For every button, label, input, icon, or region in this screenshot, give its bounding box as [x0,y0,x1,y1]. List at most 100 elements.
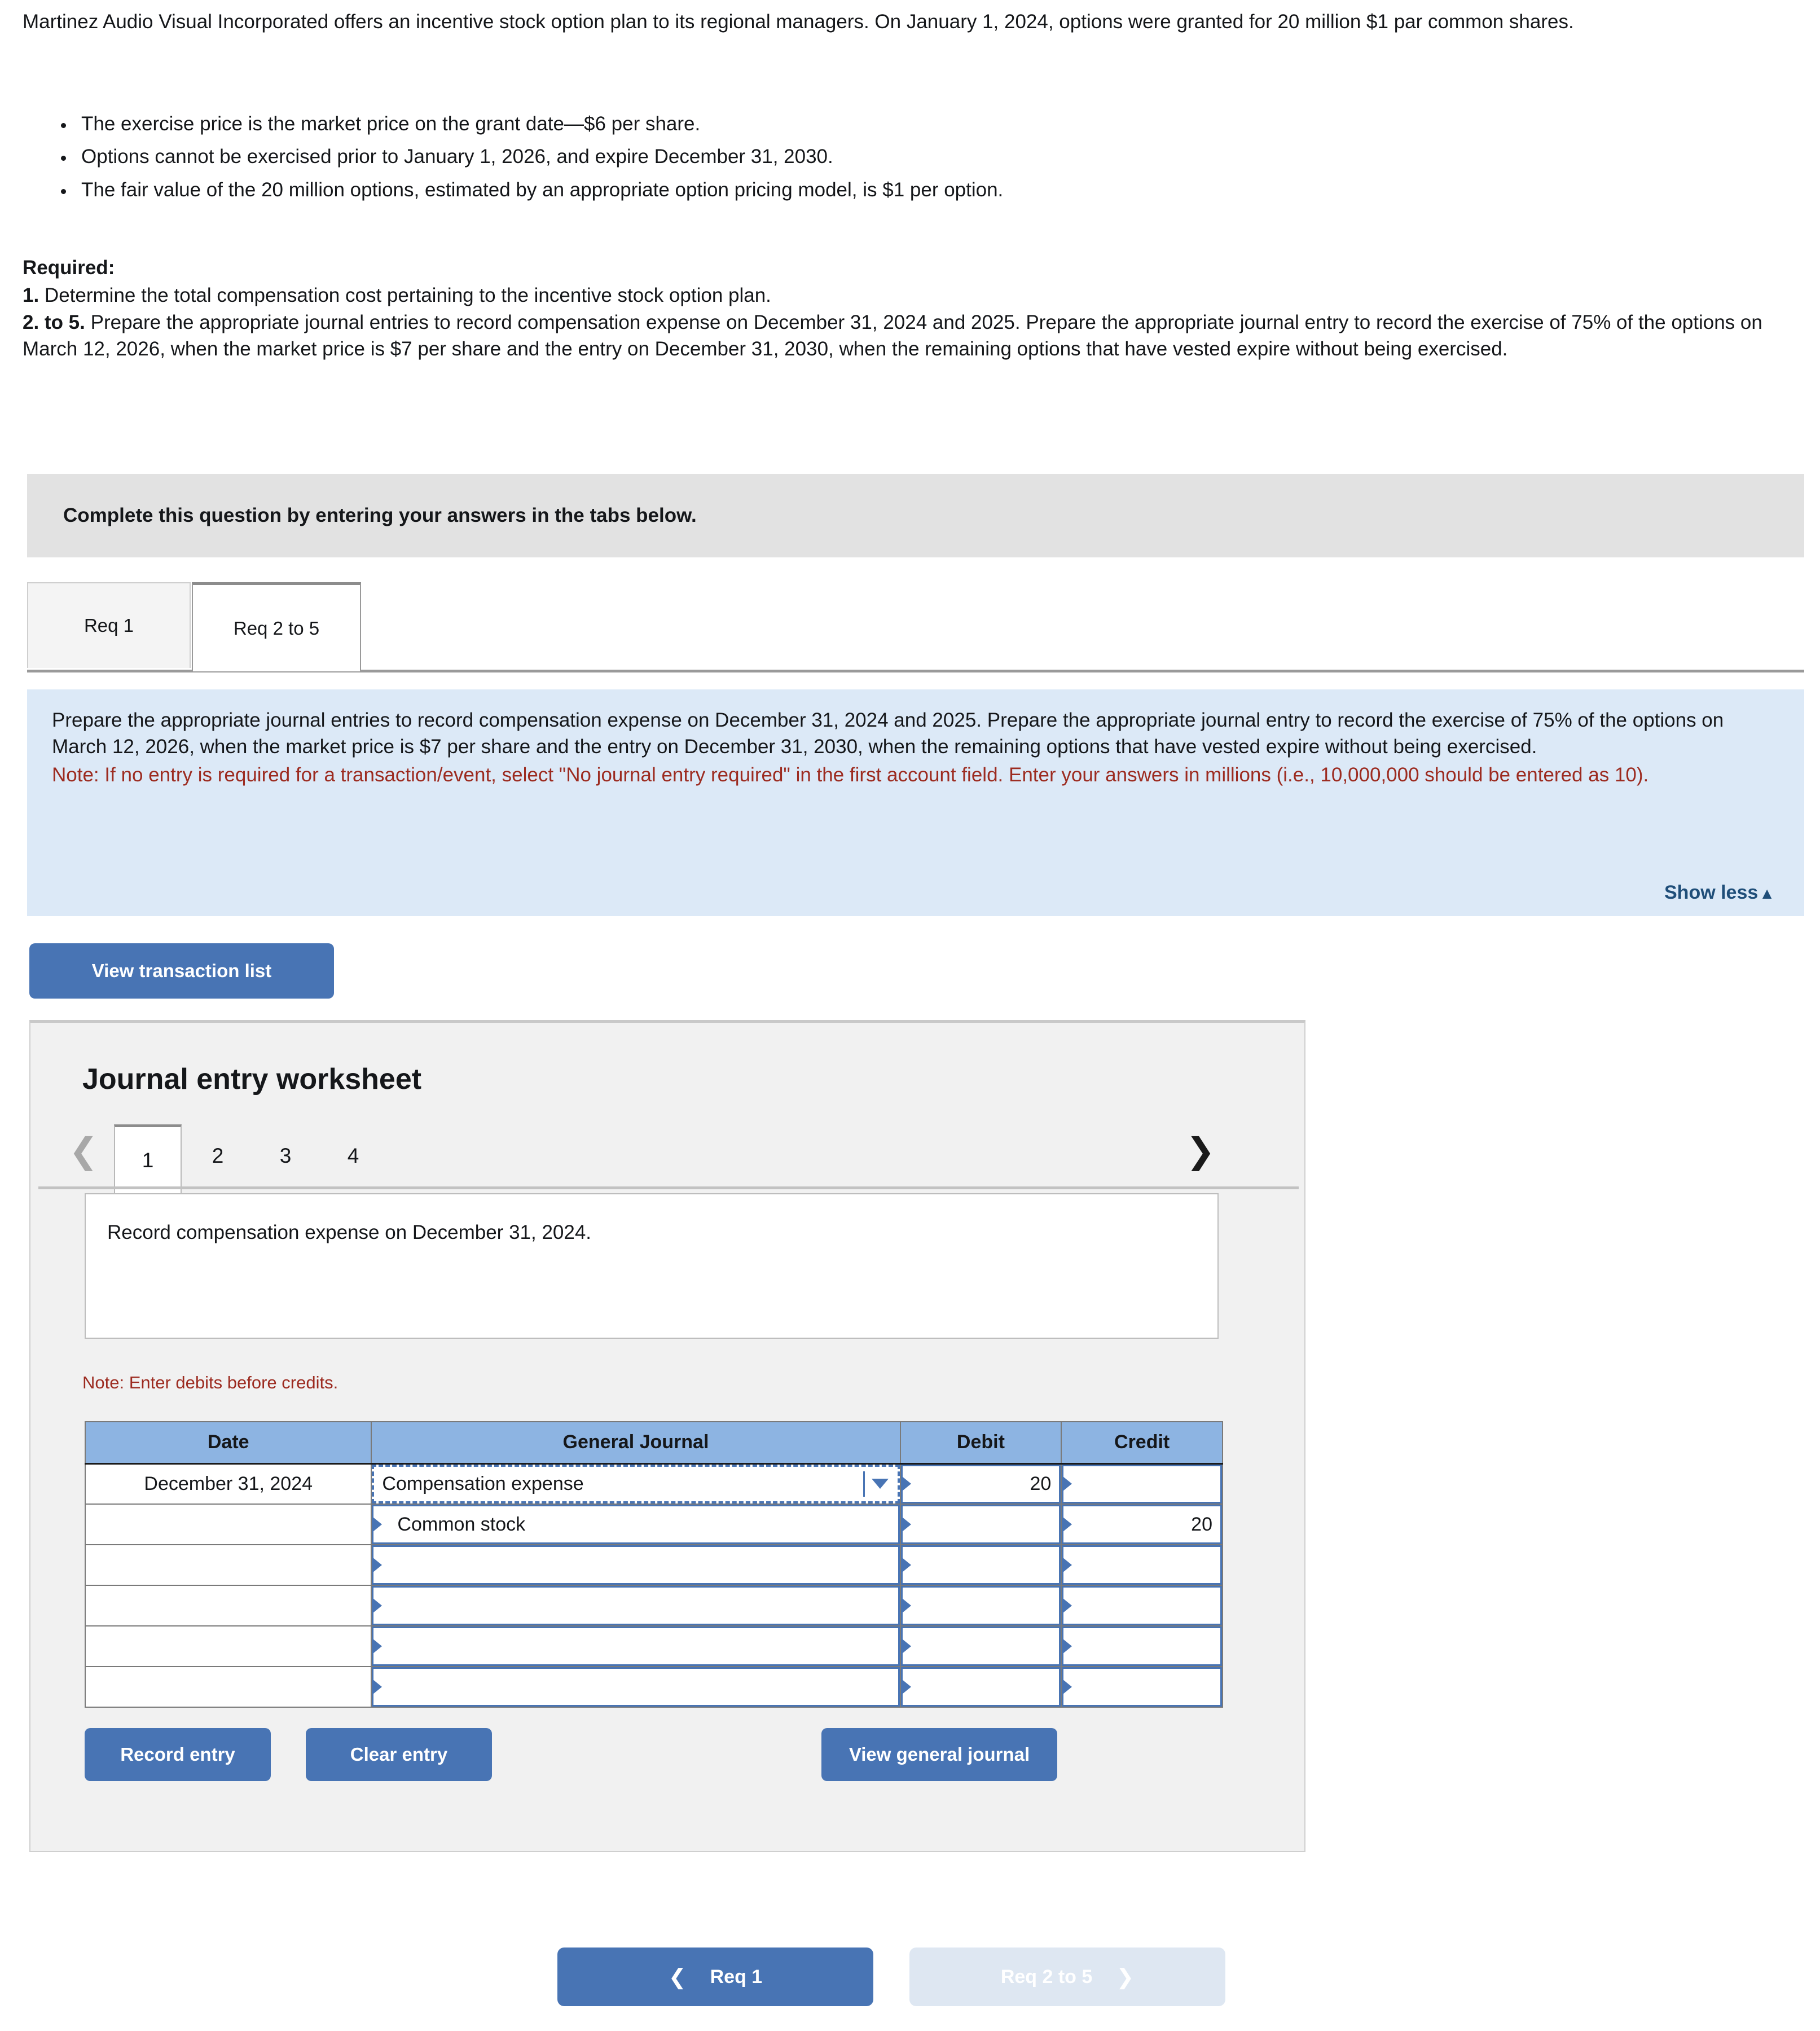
worksheet-page-3-label: 3 [279,1144,292,1167]
debit-input[interactable] [900,1545,1061,1585]
worksheet-page-4[interactable]: 4 [319,1124,387,1188]
account-select[interactable] [372,1586,900,1625]
pager-next-icon[interactable]: ❯ [1186,1133,1215,1168]
table-row: Common stock 20 [84,1504,1223,1545]
cell-date[interactable] [84,1544,372,1586]
pager-prev-icon[interactable]: ❮ [69,1133,98,1168]
credit-value: 20 [1191,1513,1212,1535]
cell-marker-icon [1063,1558,1072,1572]
cell-debit[interactable] [899,1544,1062,1586]
cell-account[interactable]: Compensation expense [371,1463,901,1505]
cell-credit[interactable] [1061,1666,1223,1708]
cell-account[interactable] [371,1544,901,1586]
table-row [84,1666,1223,1708]
cell-account[interactable] [371,1585,901,1626]
worksheet-page-4-label: 4 [347,1144,359,1167]
required-section: Required: 1. Determine the total compens… [23,255,1800,363]
instruction-body: Prepare the appropriate journal entries … [52,709,1724,758]
cell-account[interactable] [371,1666,901,1708]
table-row [84,1625,1223,1667]
table-row [84,1544,1223,1586]
cell-account[interactable] [371,1625,901,1667]
cell-marker-icon [373,1639,383,1654]
credit-input[interactable] [1062,1667,1222,1707]
nav-prev-req-1-button[interactable]: ❮ Req 1 [557,1948,873,2006]
cell-credit[interactable] [1061,1544,1223,1586]
account-select-value: Compensation expense [382,1472,584,1494]
worksheet-title: Journal entry worksheet [82,1063,422,1096]
cell-debit[interactable] [899,1504,1062,1545]
credit-input[interactable] [1062,1626,1222,1666]
credit-input[interactable]: 20 [1062,1505,1222,1544]
debit-input[interactable] [900,1586,1061,1625]
credit-input[interactable] [1062,1545,1222,1585]
cell-date[interactable] [84,1625,372,1667]
cell-debit[interactable] [899,1585,1062,1626]
tab-req-2-to-5[interactable]: Req 2 to 5 [192,582,361,671]
credit-input[interactable] [1062,1464,1222,1504]
view-general-journal-label: View general journal [849,1744,1030,1765]
cell-marker-icon [1063,1517,1072,1532]
cell-credit[interactable] [1061,1625,1223,1667]
nav-next-req-2-to-5-button[interactable]: Req 2 to 5 ❯ [909,1948,1225,2006]
transaction-description-text: Record compensation expense on December … [107,1221,592,1243]
cell-marker-icon [902,1598,911,1613]
worksheet-page-1-label: 1 [142,1148,154,1172]
cell-debit[interactable] [899,1666,1062,1708]
cell-date[interactable]: December 31, 2024 [84,1463,372,1505]
cell-marker-icon [1063,1598,1072,1613]
worksheet-page-1[interactable]: 1 [114,1124,182,1193]
cell-marker-icon [902,1558,911,1572]
account-select-value: Common stock [397,1513,526,1535]
account-select[interactable] [372,1626,900,1666]
instruction-note: Note: If no entry is required for a tran… [52,764,1649,786]
tab-req-2-to-5-label: Req 2 to 5 [233,617,320,639]
list-item: The fair value of the 20 million options… [74,177,1771,204]
cell-date[interactable] [84,1666,372,1708]
account-select[interactable] [372,1545,900,1585]
show-less-label: Show less [1664,882,1759,903]
instruction-panel: Prepare the appropriate journal entries … [27,689,1804,916]
cell-debit[interactable] [899,1625,1062,1667]
debit-input[interactable]: 20 [900,1464,1061,1504]
required-item-2-text: Prepare the appropriate journal entries … [23,311,1762,360]
view-general-journal-button[interactable]: View general journal [821,1728,1057,1781]
cell-marker-icon [373,1558,383,1572]
chevron-down-icon[interactable] [871,1479,889,1489]
debits-before-credits-note: Note: Enter debits before credits. [82,1373,338,1392]
column-header-general-journal: General Journal [371,1421,901,1465]
worksheet-page-2[interactable]: 2 [184,1124,252,1188]
clear-entry-label: Clear entry [350,1744,448,1765]
cell-date[interactable] [84,1504,372,1545]
record-entry-button[interactable]: Record entry [85,1728,271,1781]
credit-input[interactable] [1062,1586,1222,1625]
debit-input[interactable] [900,1667,1061,1707]
tab-req-1-label: Req 1 [83,615,134,636]
worksheet-page-3[interactable]: 3 [252,1124,319,1188]
cell-date[interactable] [84,1585,372,1626]
cell-credit[interactable] [1061,1463,1223,1505]
required-heading: Required: [23,257,115,279]
worksheet-pager: ❮ 1 2 3 4 ❯ [30,1124,1304,1193]
show-less-toggle[interactable]: Show less▲ [1664,882,1775,904]
record-entry-label: Record entry [120,1744,235,1765]
account-select[interactable]: Compensation expense [372,1464,900,1504]
cell-marker-icon [902,1517,911,1532]
cell-credit[interactable] [1061,1585,1223,1626]
nav-prev-label: Req 1 [710,1966,763,1988]
view-transaction-list-button[interactable]: View transaction list [29,943,334,999]
pager-underline [38,1186,1299,1189]
cell-debit[interactable]: 20 [899,1463,1062,1505]
question-bullet-list: The exercise price is the market price o… [23,111,1771,209]
dropdown-separator [863,1471,865,1497]
clear-entry-button[interactable]: Clear entry [306,1728,492,1781]
tab-req-1[interactable]: Req 1 [27,582,191,668]
account-select[interactable] [372,1667,900,1707]
cell-account[interactable]: Common stock [371,1504,901,1545]
debit-input[interactable] [900,1505,1061,1544]
debit-input[interactable] [900,1626,1061,1666]
cell-marker-icon [902,1476,911,1492]
complete-question-banner-text: Complete this question by entering your … [63,504,697,526]
account-select[interactable]: Common stock [372,1505,900,1544]
cell-credit[interactable]: 20 [1061,1504,1223,1545]
